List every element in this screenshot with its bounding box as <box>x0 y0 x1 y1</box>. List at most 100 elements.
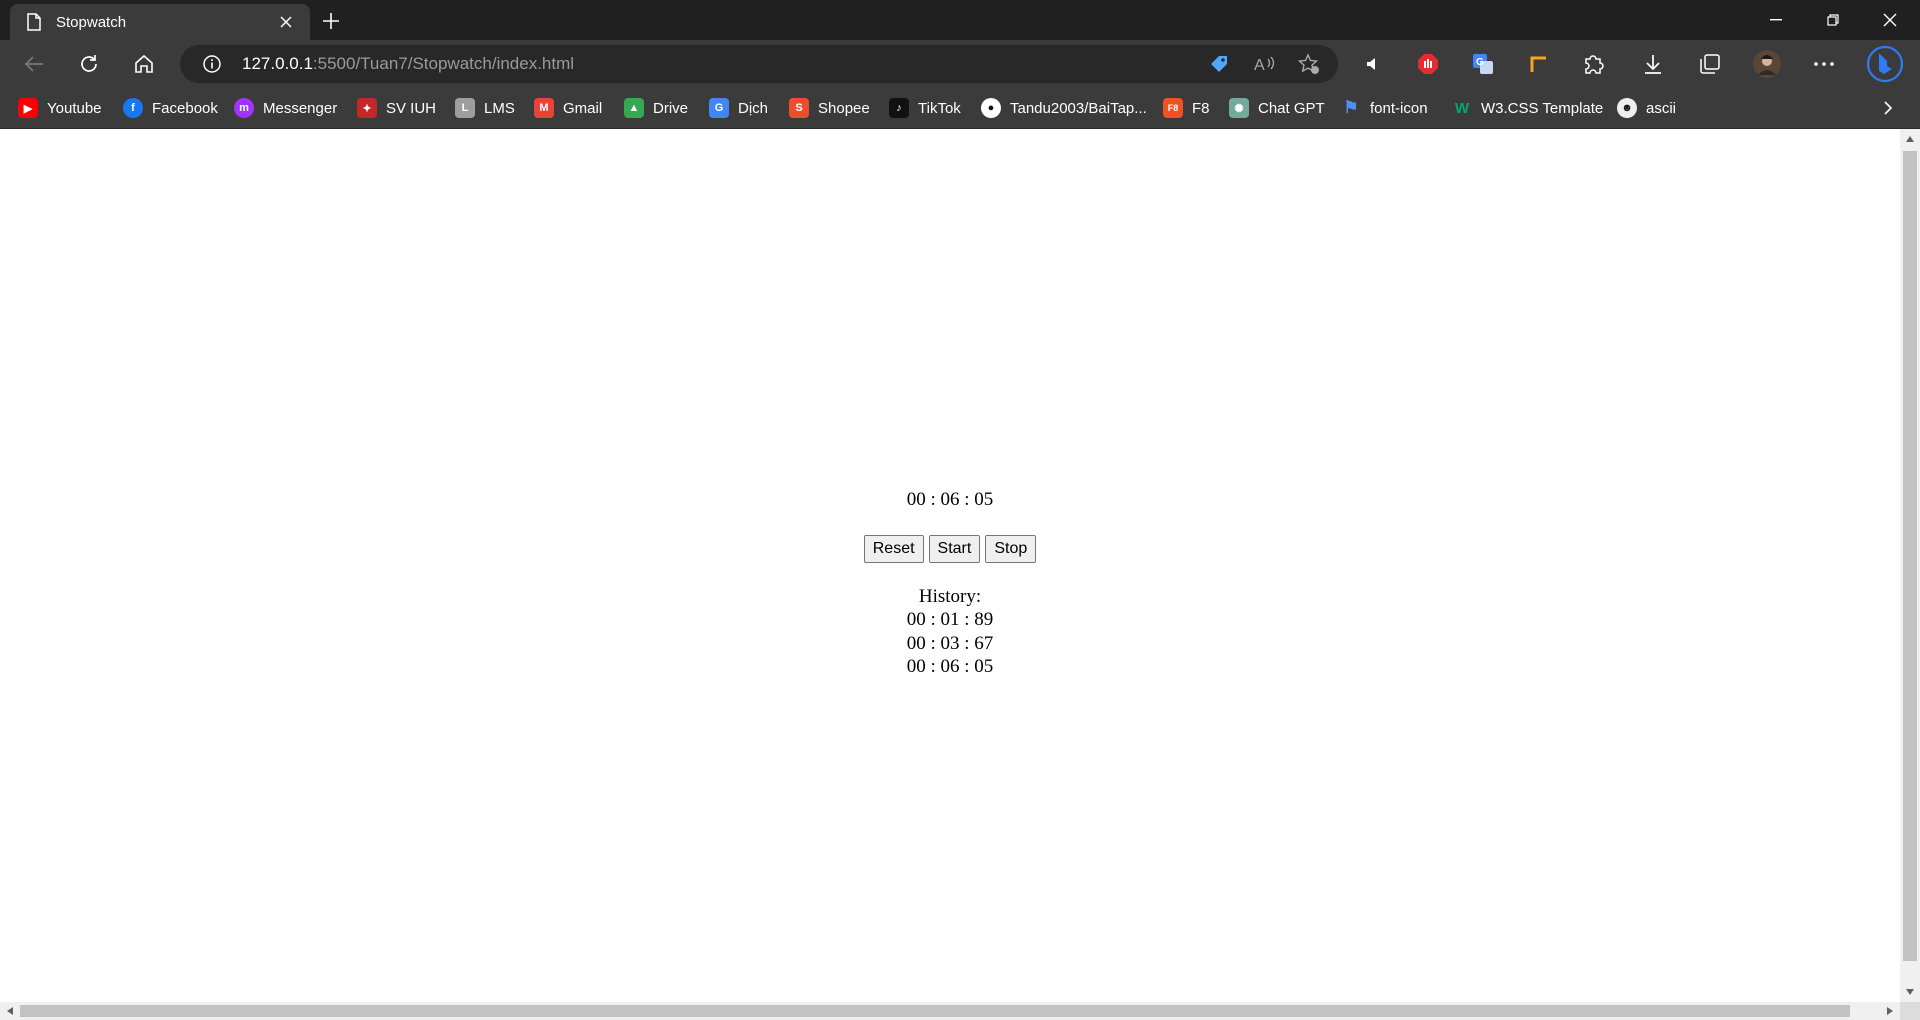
scroll-right-icon[interactable] <box>1882 1003 1898 1019</box>
history-entry: 00 : 01 : 89 <box>906 609 994 631</box>
bookmark-label: SV IUH <box>386 99 437 117</box>
add-favorite-icon[interactable] <box>1293 48 1325 80</box>
scroll-up-icon[interactable] <box>1902 131 1918 147</box>
active-tab[interactable]: Stopwatch <box>10 4 310 40</box>
bookmark-label: Gmail <box>563 99 603 117</box>
address-bar[interactable]: 127.0.0.1:5500/Tuan7/Stopwatch/index.htm… <box>180 45 1338 83</box>
bookmark-shopee[interactable]: S Shopee <box>789 97 870 119</box>
new-tab-button[interactable] <box>316 6 346 36</box>
bookmark-label: Chat GPT <box>1258 99 1325 117</box>
scroll-down-icon[interactable] <box>1902 984 1918 1000</box>
chevron-right-icon[interactable] <box>1878 98 1898 118</box>
f8-icon: F8 <box>1163 98 1183 118</box>
extension-puzzle-icon[interactable] <box>1577 48 1609 80</box>
home-icon[interactable] <box>128 48 160 80</box>
bookmark-sv-iuh[interactable]: ✦ SV IUH <box>357 97 436 119</box>
tab-close-icon[interactable] <box>272 8 300 36</box>
bookmark-font-icon[interactable]: ⚑ font-icon <box>1341 97 1428 119</box>
bookmark-label: font-icon <box>1370 99 1428 117</box>
bookmark-label: Youtube <box>47 99 102 117</box>
google-translate-icon: G <box>709 98 729 118</box>
browser-toolbar: 127.0.0.1:5500/Tuan7/Stopwatch/index.htm… <box>0 40 1920 88</box>
bookmark-github[interactable]: ● Tandu2003/BaiTap... <box>981 97 1147 119</box>
read-aloud-icon[interactable]: A <box>1248 48 1280 80</box>
bookmark-label: Tandu2003/BaiTap... <box>1010 99 1147 117</box>
svg-text:A: A <box>1254 57 1265 74</box>
bookmark-messenger[interactable]: m Messenger <box>234 97 337 119</box>
bookmark-ascii[interactable]: ☻ ascii <box>1617 97 1676 119</box>
scroll-left-icon[interactable] <box>2 1003 18 1019</box>
svg-text:G: G <box>1476 57 1484 68</box>
bookmark-label: Drive <box>653 99 689 117</box>
tag-icon[interactable] <box>1203 48 1235 80</box>
bookmark-gmail[interactable]: M Gmail <box>534 97 602 119</box>
google-translate-icon[interactable]: G <box>1467 48 1499 80</box>
back-icon[interactable] <box>18 48 50 80</box>
bookmark-facebook[interactable]: f Facebook <box>123 97 218 119</box>
w3schools-icon: W <box>1454 99 1470 117</box>
bookmark-youtube[interactable]: ▶ Youtube <box>18 97 102 119</box>
stopwatch-display: 00 : 06 : 05 <box>906 489 994 510</box>
bookmark-label: Facebook <box>152 99 218 117</box>
reload-icon[interactable] <box>73 48 105 80</box>
ascii-icon: ☻ <box>1617 98 1637 118</box>
stopwatch-container: 00 : 06 : 05 Reset Start Stop History: 0… <box>0 488 1900 678</box>
bookmark-label: W3.CSS Template <box>1481 99 1604 117</box>
downloads-icon[interactable] <box>1637 48 1669 80</box>
page-icon <box>24 12 44 32</box>
url-host: 127.0.0.1 <box>242 54 313 73</box>
bookmark-lms[interactable]: L LMS <box>455 97 515 119</box>
start-button[interactable]: Start <box>928 535 981 563</box>
window-close-icon[interactable] <box>1862 0 1918 40</box>
bookmark-w3css-template[interactable]: W W3.CSS Template <box>1452 97 1603 119</box>
tab-title: Stopwatch <box>56 13 127 31</box>
adblock-icon[interactable] <box>1412 48 1444 80</box>
vertical-scrollbar[interactable] <box>1900 129 1920 1002</box>
reset-button[interactable]: Reset <box>863 535 924 563</box>
github-icon: ● <box>981 98 1001 118</box>
bookmark-tiktok[interactable]: ♪ TikTok <box>889 97 961 119</box>
page-viewport: 00 : 06 : 05 Reset Start Stop History: 0… <box>0 129 1900 1002</box>
bookmark-label: Dịch <box>738 99 769 117</box>
youtube-icon: ▶ <box>18 98 38 118</box>
bookmark-label: LMS <box>484 99 515 117</box>
site-info-icon[interactable] <box>196 48 228 80</box>
scrollbar-corner <box>1900 1002 1920 1020</box>
horizontal-scroll-thumb[interactable] <box>20 1005 1850 1017</box>
history-label: History: <box>918 586 982 607</box>
facebook-icon: f <box>123 98 143 118</box>
history-entry: 00 : 03 : 67 <box>906 632 994 654</box>
stopwatch-controls: Reset Start Stop <box>0 535 1900 563</box>
horizontal-scrollbar[interactable] <box>0 1002 1900 1020</box>
ruler-extension-icon[interactable] <box>1522 48 1554 80</box>
tiktok-icon: ♪ <box>889 98 909 118</box>
history-section: History: 00 : 01 : 89 00 : 03 : 67 00 : … <box>0 585 1900 678</box>
more-icon[interactable] <box>1808 48 1840 80</box>
bookmark-label: ascii <box>1646 99 1677 117</box>
bookmark-dich[interactable]: G Dịch <box>709 97 768 119</box>
profile-avatar[interactable] <box>1751 48 1783 80</box>
messenger-icon: m <box>234 98 254 118</box>
url-path: :5500/Tuan7/Stopwatch/index.html <box>312 54 575 73</box>
bookmark-label: F8 <box>1192 99 1210 117</box>
collections-icon[interactable] <box>1694 48 1726 80</box>
restore-icon[interactable] <box>1805 0 1861 40</box>
bookmark-label: Shopee <box>818 99 870 117</box>
tab-strip: Stopwatch <box>0 0 1920 40</box>
drive-icon: ▲ <box>624 98 644 118</box>
flag-icon: ⚑ <box>1343 98 1359 117</box>
minimize-icon[interactable] <box>1748 0 1804 40</box>
bookmark-chat-gpt[interactable]: ✺ Chat GPT <box>1229 97 1325 119</box>
stop-button[interactable]: Stop <box>985 535 1037 563</box>
bookmark-label: TikTok <box>918 99 961 117</box>
lms-icon: L <box>455 98 475 118</box>
bing-icon[interactable] <box>1866 45 1904 83</box>
bookmark-drive[interactable]: ▲ Drive <box>624 97 688 119</box>
bookmarks-bar: ▶ Youtube f Facebook m Messenger ✦ SV IUH LL… <box>0 88 1920 129</box>
vertical-scroll-thumb[interactable] <box>1903 151 1917 961</box>
url-text[interactable]: 127.0.0.1:5500/Tuan7/Stopwatch/index.htm… <box>242 54 574 74</box>
gmail-icon: M <box>534 98 554 118</box>
speaker-icon[interactable] <box>1356 48 1388 80</box>
history-entry: 00 : 06 : 05 <box>906 655 994 677</box>
bookmark-f8[interactable]: F8 F8 <box>1163 97 1210 119</box>
